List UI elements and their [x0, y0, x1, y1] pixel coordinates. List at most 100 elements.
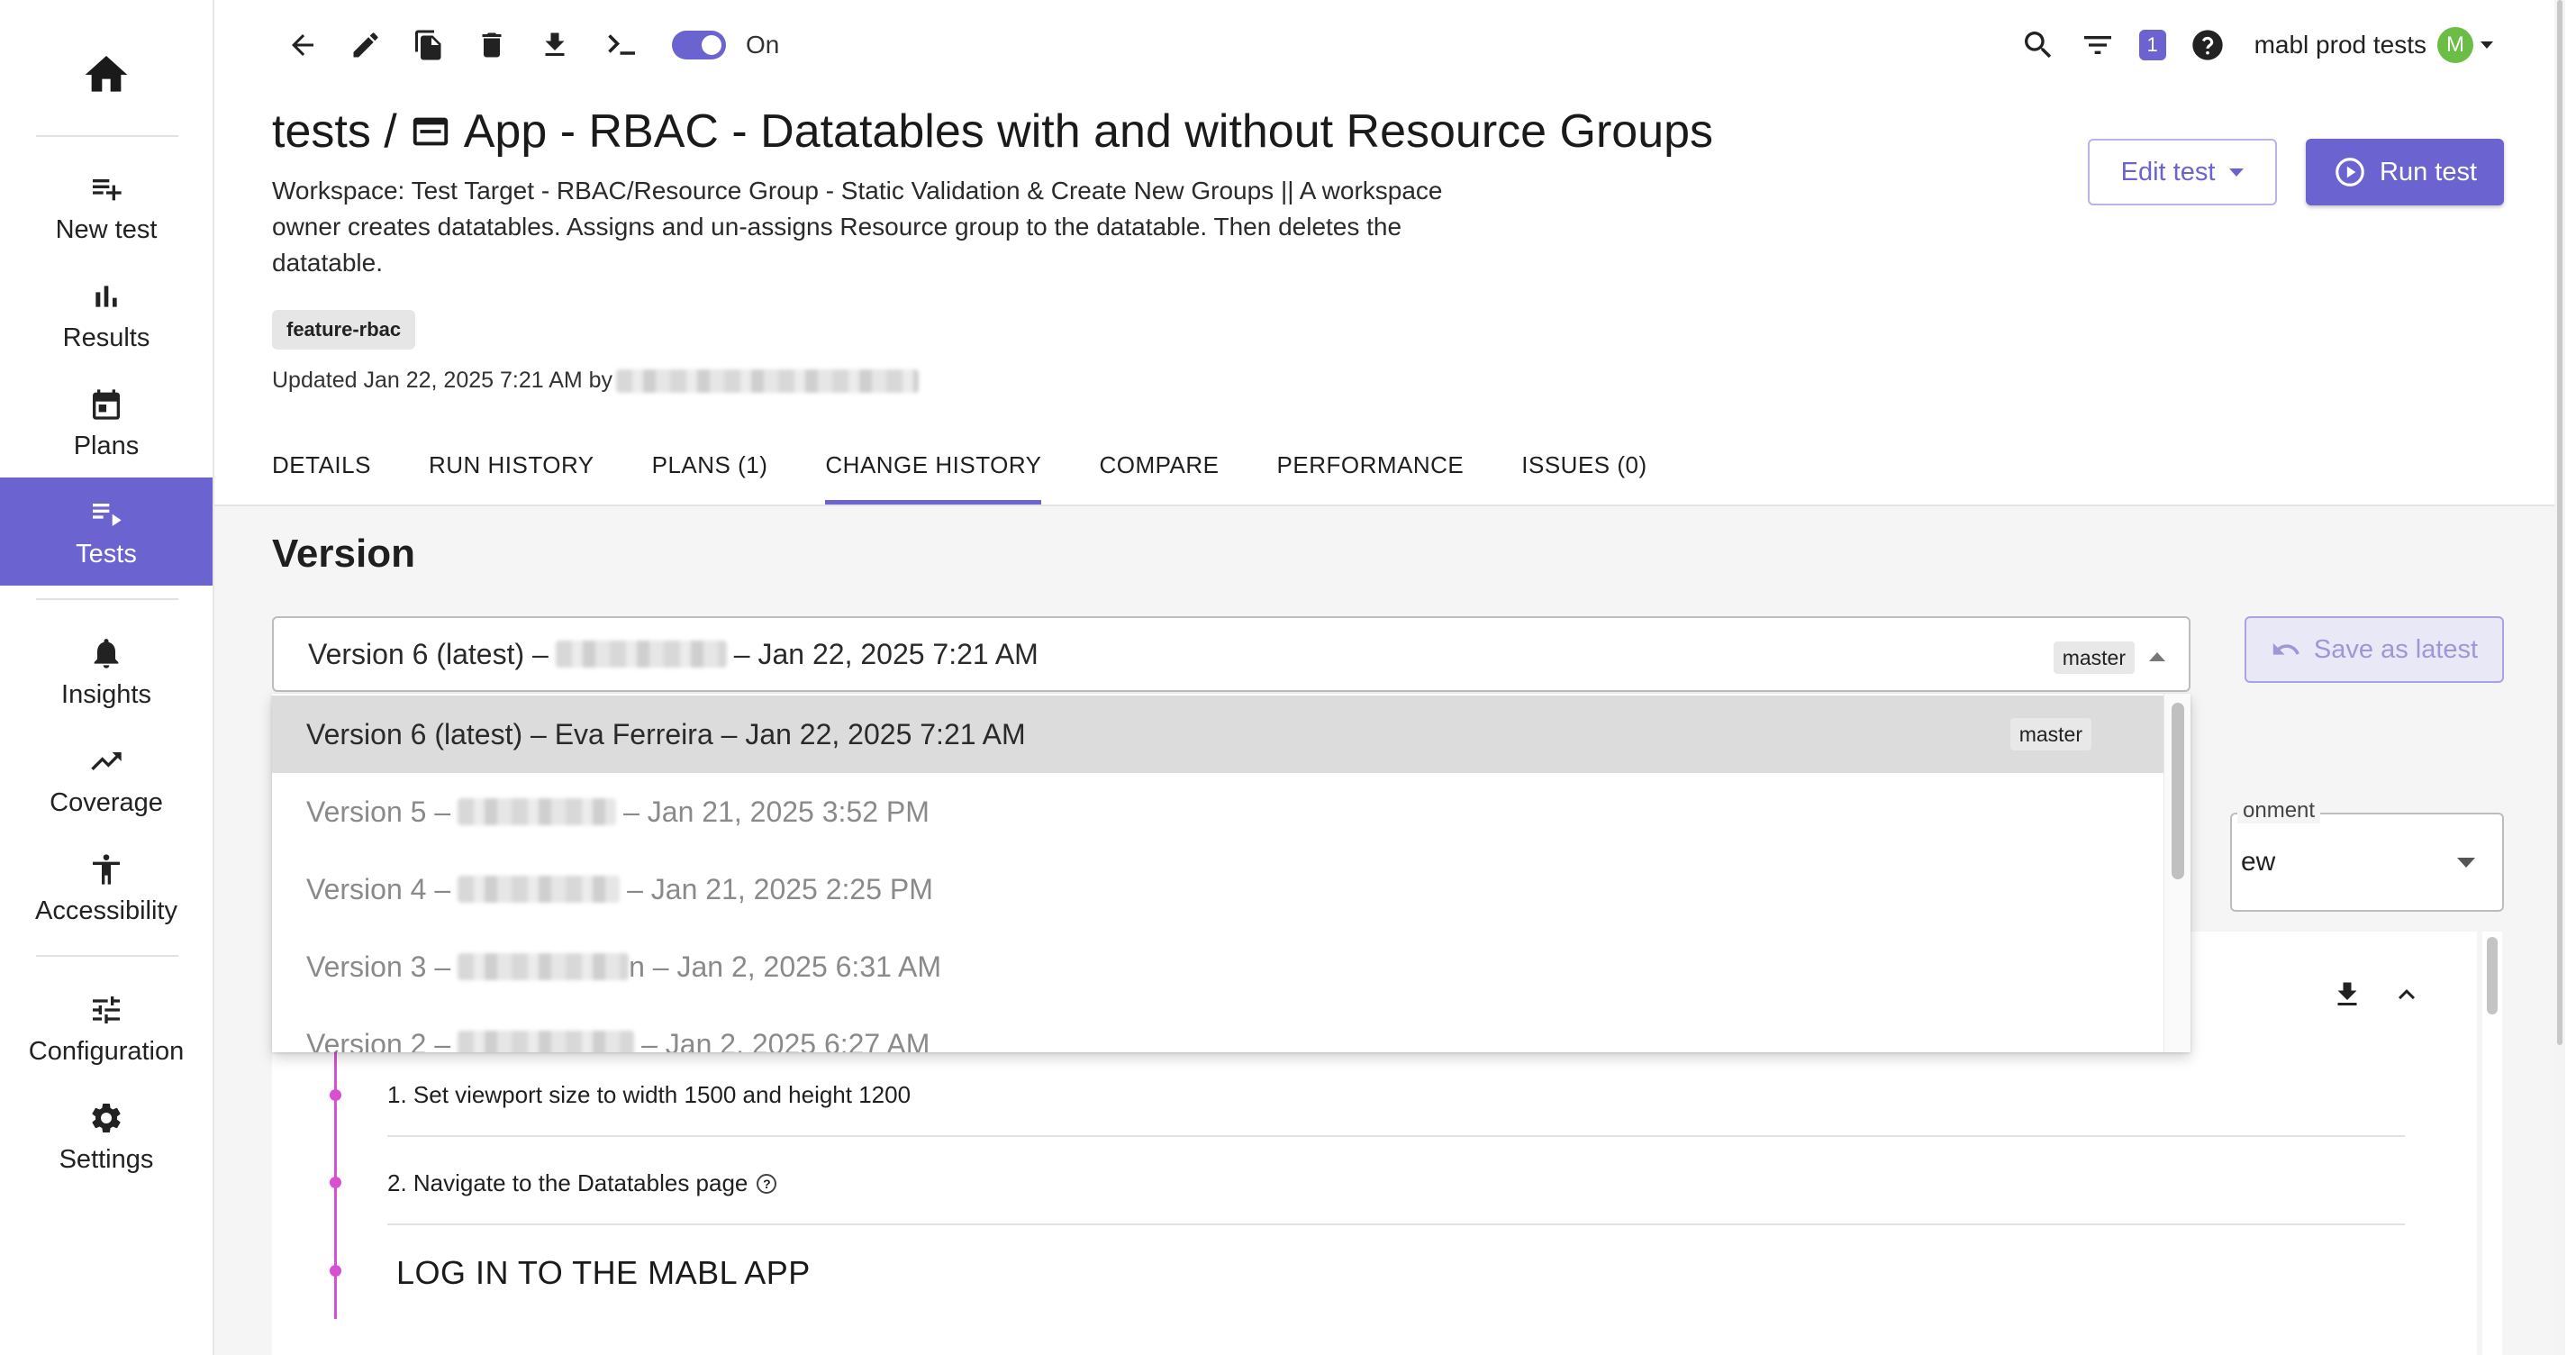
download-icon[interactable] — [2331, 978, 2363, 1011]
menu-item-label: Version 6 (latest) – Eva Ferreira – Jan … — [306, 717, 1026, 750]
menu-item-version-5[interactable]: Version 5 – – Jan 21, 2025 3:52 PM — [272, 773, 2163, 850]
chevron-down-icon[interactable] — [2457, 858, 2475, 868]
tab-performance[interactable]: PERFORMANCE — [1277, 431, 1465, 505]
back-arrow-icon[interactable] — [286, 29, 319, 61]
menu-item-prefix: Version 3 – — [306, 950, 451, 983]
undo-icon — [2272, 642, 2299, 655]
sidebar-item-coverage[interactable]: Coverage — [0, 726, 213, 834]
bar-chart-icon — [95, 285, 117, 307]
menu-item-suffix: – Jan 21, 2025 3:52 PM — [623, 795, 930, 828]
run-test-label: Run test — [2380, 157, 2477, 186]
menu-item-version-6[interactable]: Version 6 (latest) – Eva Ferreira – Jan … — [272, 696, 2163, 773]
chevron-up-icon[interactable] — [2390, 978, 2423, 1011]
sidebar-item-plans[interactable]: Plans — [0, 369, 213, 477]
step-group-heading[interactable]: LOG IN TO THE MABL APP — [396, 1254, 811, 1292]
sidebar-item-label: New test — [55, 214, 158, 244]
menu-item-prefix: Version 2 – — [306, 1027, 451, 1053]
help-icon[interactable] — [2190, 27, 2226, 63]
step-text: 2. Navigate to the Datatables page — [387, 1169, 748, 1196]
environment-value: ew — [2241, 847, 2276, 877]
timeline-dot — [330, 1177, 341, 1188]
sidebar-item-accessibility[interactable]: Accessibility — [0, 834, 213, 942]
filter-icon[interactable] — [2080, 27, 2116, 63]
tab-plans[interactable]: PLANS (1) — [652, 431, 768, 505]
tab-issues[interactable]: ISSUES (0) — [1521, 431, 1646, 505]
sidebar-divider — [36, 955, 178, 957]
tab-run-history[interactable]: RUN HISTORY — [429, 431, 594, 505]
edit-test-button[interactable]: Edit test — [2088, 139, 2277, 205]
home-icon — [85, 56, 128, 92]
redacted-author — [458, 1031, 635, 1052]
sidebar-item-results[interactable]: Results — [0, 261, 213, 369]
updated-text: Updated Jan 22, 2025 7:21 AM by — [272, 368, 613, 393]
timeline-dot — [330, 1089, 341, 1101]
sidebar-divider — [36, 135, 178, 137]
chevron-down-icon[interactable] — [2481, 41, 2493, 49]
home-button[interactable] — [0, 43, 213, 106]
run-test-button[interactable]: Run test — [2306, 139, 2504, 205]
edit-icon[interactable] — [349, 29, 382, 61]
timeline-dot — [330, 1265, 341, 1277]
sidebar: New test Results Plans Tests Insights Co… — [0, 0, 214, 1355]
gear-icon — [92, 1103, 121, 1132]
tag-label[interactable]: feature-rbac — [272, 310, 416, 350]
menu-item-version-3[interactable]: Version 3 – n – Jan 2, 2025 6:31 AM — [272, 928, 2163, 1005]
version-select[interactable]: Version 6 (latest) – – Jan 22, 2025 7:21… — [272, 616, 2191, 692]
version-selected-prefix: Version 6 (latest) – — [308, 637, 549, 670]
delete-icon[interactable] — [476, 29, 508, 61]
help-icon[interactable]: ? — [757, 1173, 777, 1194]
steps-scrollbar[interactable] — [2482, 932, 2502, 1355]
sidebar-item-label: Accessibility — [35, 896, 177, 925]
test-toolbar: On — [286, 25, 779, 65]
download-icon[interactable] — [539, 29, 571, 61]
sidebar-item-configuration[interactable]: Configuration — [0, 975, 213, 1083]
sidebar-item-insights[interactable]: Insights — [0, 618, 213, 726]
tab-compare[interactable]: COMPARE — [1099, 431, 1219, 505]
updated-info: Updated Jan 22, 2025 7:21 AM by — [272, 368, 920, 394]
list-item[interactable]: 1. Set viewport size to width 1500 and h… — [387, 1081, 911, 1109]
test-description: Workspace: Test Target - RBAC/Resource G… — [272, 177, 1443, 277]
sidebar-item-new-test[interactable]: New test — [0, 153, 213, 261]
sidebar-divider — [36, 598, 178, 600]
playlist-add-icon — [93, 178, 122, 200]
page-scrollbar[interactable] — [2554, 0, 2565, 1355]
redacted-author — [458, 798, 617, 825]
version-dropdown-menu: Version 6 (latest) – Eva Ferreira – Jan … — [272, 694, 2191, 1052]
copy-icon[interactable] — [413, 29, 445, 61]
menu-item-version-4[interactable]: Version 4 – – Jan 21, 2025 2:25 PM — [272, 850, 2163, 928]
menu-item-suffix: – Jan 2, 2025 6:27 AM — [641, 1027, 930, 1053]
menu-item-prefix: Version 5 – — [306, 795, 451, 828]
step-text: 1. Set viewport size to width 1500 and h… — [387, 1081, 912, 1108]
sidebar-item-label: Coverage — [50, 787, 163, 817]
environment-label: onment — [2237, 798, 2321, 823]
sidebar-item-tests[interactable]: Tests — [0, 477, 213, 586]
dropdown-scrollbar[interactable] — [2163, 694, 2191, 1052]
menu-item-version-2[interactable]: Version 2 – – Jan 2, 2025 6:27 AM — [272, 1005, 2163, 1052]
redacted-author — [555, 641, 727, 668]
chevron-up-icon[interactable] — [2149, 652, 2165, 661]
menu-item-suffix: n – Jan 2, 2025 6:31 AM — [629, 950, 942, 983]
page-title: tests / App - RBAC - Datatables with and… — [272, 105, 1713, 159]
breadcrumb[interactable]: tests / — [272, 105, 397, 159]
redacted-author — [458, 953, 630, 980]
save-as-latest-button[interactable]: Save as latest — [2245, 616, 2504, 683]
sidebar-item-settings[interactable]: Settings — [0, 1083, 213, 1191]
tab-details[interactable]: DETAILS — [272, 431, 371, 505]
tab-bar: DETAILS RUN HISTORY PLANS (1) CHANGE HIS… — [272, 431, 1647, 505]
terminal-icon[interactable] — [602, 29, 641, 61]
edit-test-label: Edit test — [2120, 157, 2216, 186]
branch-badge: master — [2009, 718, 2091, 750]
section-title: Version — [272, 532, 415, 576]
avatar[interactable]: M — [2437, 27, 2473, 63]
calendar-icon — [93, 388, 120, 420]
playlist-play-icon — [93, 503, 122, 526]
list-item[interactable]: 2. Navigate to the Datatables page ? — [387, 1169, 777, 1197]
sidebar-item-label: Settings — [59, 1144, 154, 1174]
tab-change-history[interactable]: CHANGE HISTORY — [825, 431, 1042, 505]
search-icon[interactable] — [2020, 27, 2056, 63]
main-content: On 1 mabl prod tests M tests / App - RBA… — [214, 0, 2565, 1355]
version-selected-suffix: – Jan 22, 2025 7:21 AM — [733, 637, 1039, 670]
test-enabled-toggle[interactable] — [672, 31, 726, 59]
notification-badge[interactable]: 1 — [2138, 30, 2166, 60]
workspace-name[interactable]: mabl prod tests — [2254, 31, 2426, 59]
